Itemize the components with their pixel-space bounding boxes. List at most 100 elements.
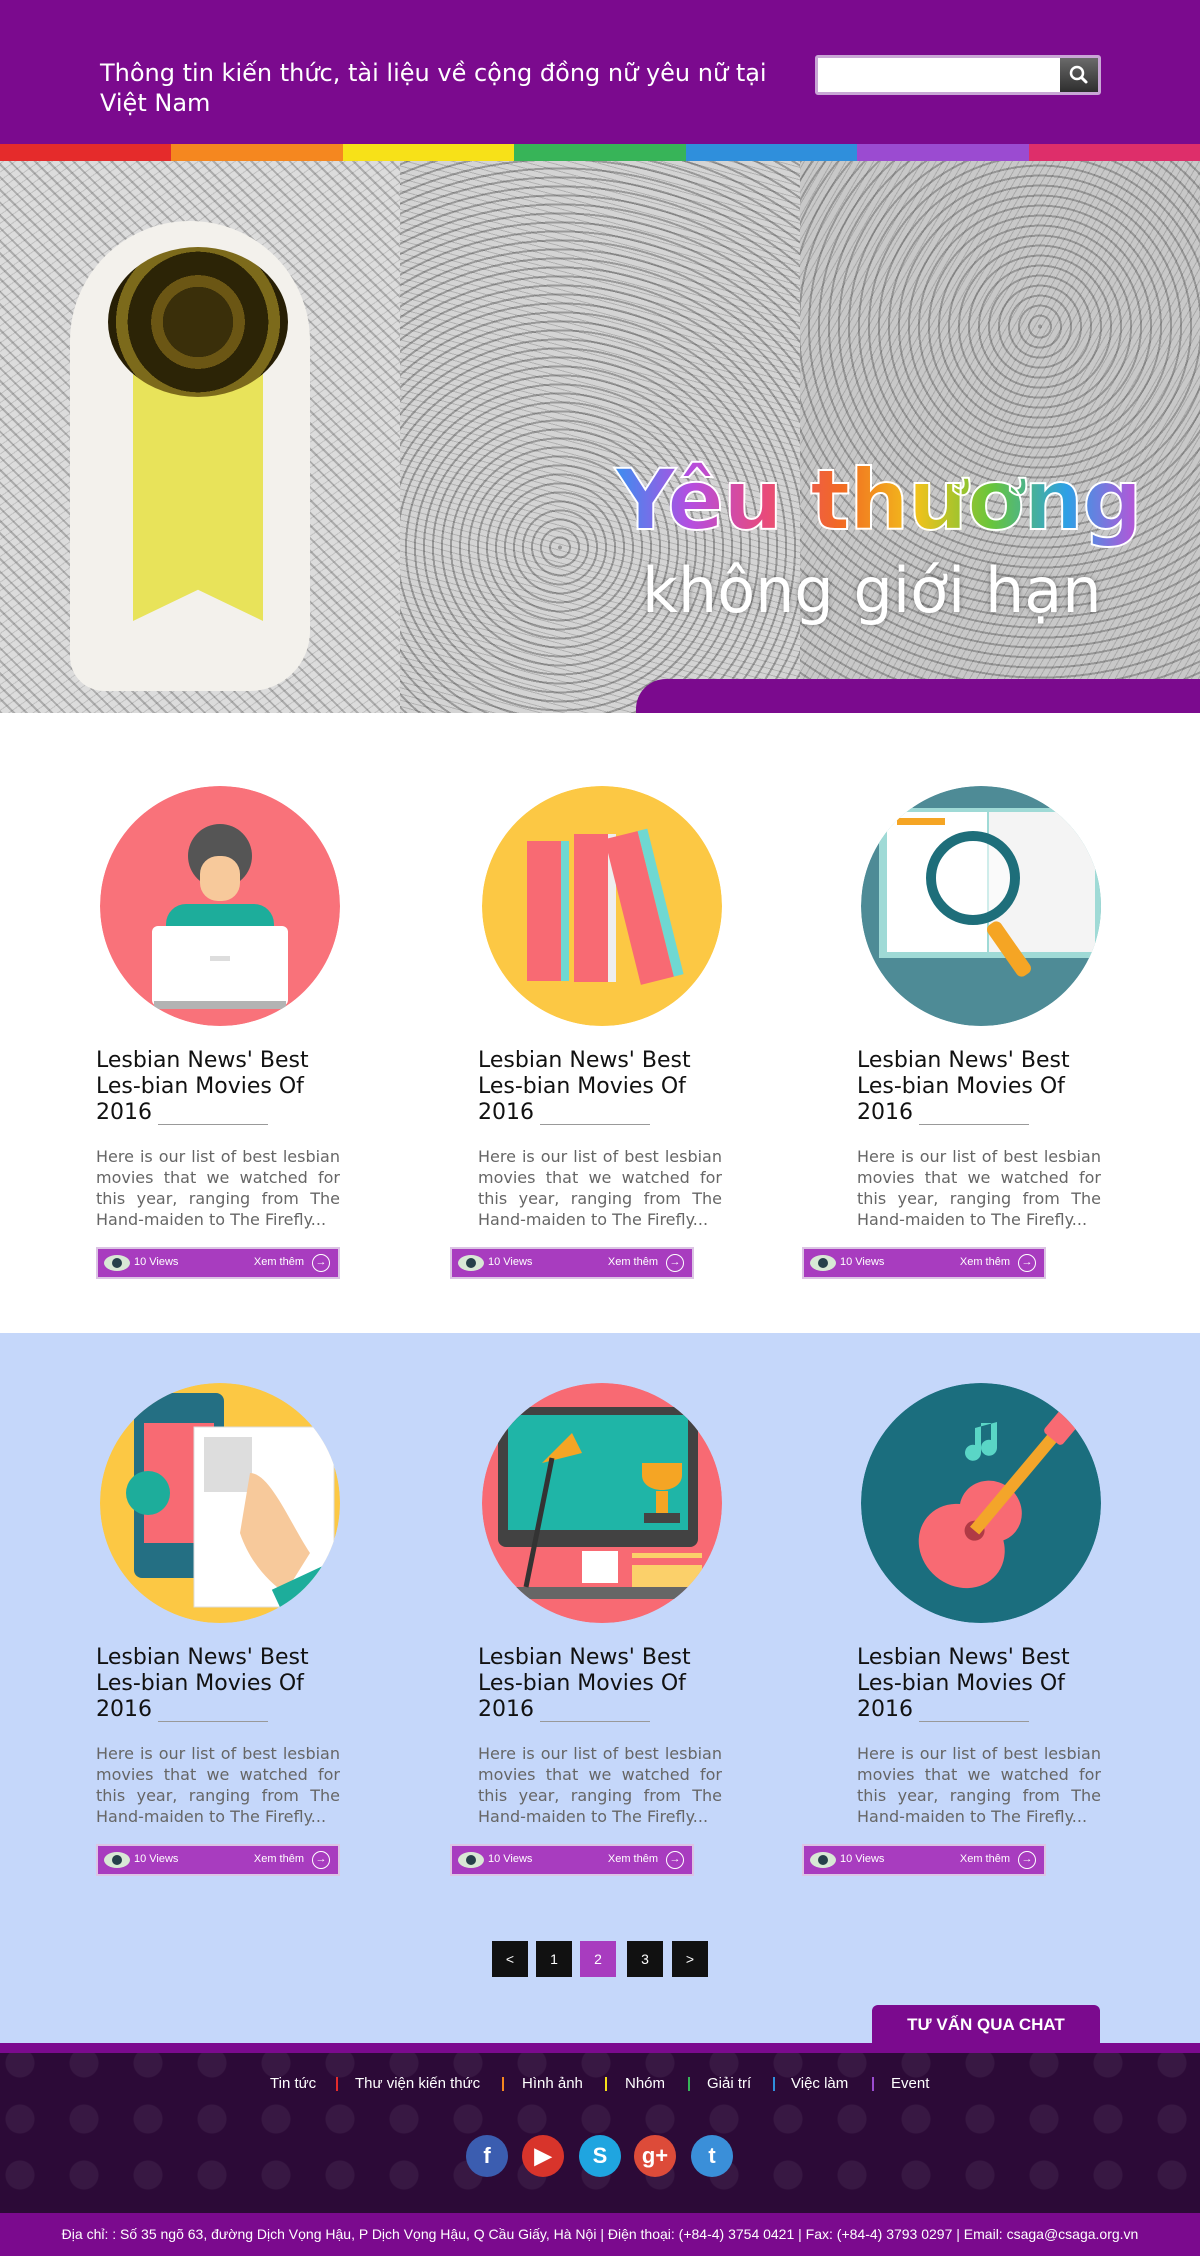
article-card: Lesbian News' Best Les-bian Movies Of 20… — [857, 786, 1101, 1286]
article-excerpt: Here is our list of best lesbian movies … — [857, 1744, 1101, 1826]
arrow-right-icon[interactable]: → — [312, 1254, 330, 1272]
article-card: Lesbian News' Best Les-bian Movies Of 20… — [478, 786, 722, 1286]
title-divider — [540, 1721, 650, 1722]
article-excerpt: Here is our list of best lesbian movies … — [857, 1147, 1101, 1229]
view-count: 10 Views — [840, 1256, 885, 1268]
facebook-icon[interactable]: f — [466, 2135, 508, 2177]
title-divider — [919, 1124, 1029, 1125]
twitter-icon[interactable]: t — [691, 2135, 733, 2177]
hero-bottom-tab — [636, 679, 1200, 713]
view-count: 10 Views — [488, 1256, 533, 1268]
site-tagline: Thông tin kiến thức, tài liệu về cộng đồ… — [100, 59, 767, 117]
rainbow-segment — [342, 144, 515, 161]
article-excerpt: Here is our list of best lesbian movies … — [96, 1147, 340, 1229]
site-footer — [0, 2043, 1200, 2213]
article-excerpt: Here is our list of best lesbian movies … — [478, 1744, 722, 1826]
footer-nav-item[interactable]: Thư viện kiến thức — [355, 2075, 480, 2095]
search-icon — [1069, 65, 1088, 84]
footer-nav-item[interactable]: Tin tức — [270, 2075, 316, 2095]
hero-slogan-line2: không giới hạn — [642, 554, 1102, 627]
article-card: Lesbian News' Best Les-bian Movies Of 20… — [96, 1383, 340, 1883]
title-divider — [919, 1721, 1029, 1722]
pagination-next[interactable]: > — [672, 1941, 708, 1977]
footer-nav-item[interactable]: Nhóm — [625, 2075, 665, 2095]
desk-monitor-trophy-icon[interactable] — [482, 1383, 722, 1623]
eye-icon — [810, 1852, 836, 1868]
article-title[interactable]: Lesbian News' Best Les-bian Movies Of 20… — [857, 1048, 1101, 1126]
arrow-right-icon[interactable]: → — [312, 1851, 330, 1869]
article-card: Lesbian News' Best Les-bian Movies Of 20… — [857, 1383, 1101, 1883]
view-count: 10 Views — [134, 1256, 179, 1268]
hero-banner: Yêu thương không giới hạn — [0, 161, 1200, 713]
hero-art-panel-middle — [400, 161, 1140, 713]
article-card: Lesbian News' Best Les-bian Movies Of 20… — [478, 1383, 722, 1883]
mobile-touch-icon[interactable] — [100, 1383, 340, 1623]
read-more-link[interactable]: Xem thêm — [960, 1853, 1010, 1865]
footer-nav-item[interactable]: Việc làm — [791, 2075, 848, 2095]
search-input[interactable] — [818, 58, 1060, 92]
pagination-page-2[interactable]: 2 — [580, 1941, 616, 1977]
eye-icon — [104, 1852, 130, 1868]
search-box — [815, 55, 1101, 95]
view-count: 10 Views — [134, 1853, 179, 1865]
search-button[interactable] — [1060, 58, 1098, 92]
eye-icon — [810, 1255, 836, 1271]
hero-art-panel-right — [800, 161, 1200, 713]
article-meta-bar: 10 Views Xem thêm → — [96, 1247, 340, 1279]
rainbow-segment — [171, 144, 343, 161]
hero-slogan-line1: Yêu thương — [614, 450, 1144, 550]
footer-nav-separator — [773, 2077, 775, 2091]
article-meta-bar: 10 Views Xem thêm → — [450, 1247, 694, 1279]
skype-icon[interactable]: S — [579, 2135, 621, 2177]
rainbow-segment — [857, 144, 1029, 161]
read-more-link[interactable]: Xem thêm — [254, 1853, 304, 1865]
pagination-page-1[interactable]: 1 — [536, 1941, 572, 1977]
read-more-link[interactable]: Xem thêm — [960, 1256, 1010, 1268]
article-title[interactable]: Lesbian News' Best Les-bian Movies Of 20… — [857, 1645, 1101, 1723]
book-magnifier-icon[interactable] — [861, 786, 1101, 1026]
read-more-link[interactable]: Xem thêm — [608, 1853, 658, 1865]
footer-nav-item[interactable]: Event — [891, 2075, 929, 2095]
view-count: 10 Views — [488, 1853, 533, 1865]
footer-nav-item[interactable]: Hình ảnh — [522, 2075, 583, 2095]
rainbow-segment — [685, 144, 858, 161]
article-title[interactable]: Lesbian News' Best Les-bian Movies Of 20… — [478, 1048, 722, 1126]
article-title[interactable]: Lesbian News' Best Les-bian Movies Of 20… — [96, 1645, 340, 1723]
read-more-link[interactable]: Xem thêm — [608, 1256, 658, 1268]
article-meta-bar: 10 Views Xem thêm → — [450, 1844, 694, 1876]
arrow-right-icon[interactable]: → — [1018, 1254, 1036, 1272]
footer-nav-separator — [688, 2077, 690, 2091]
eye-icon — [104, 1255, 130, 1271]
swirl-hair — [108, 247, 288, 397]
article-meta-bar: 10 Views Xem thêm → — [96, 1844, 340, 1876]
article-meta-bar: 10 Views Xem thêm → — [802, 1247, 1046, 1279]
title-divider — [158, 1721, 268, 1722]
books-icon[interactable] — [482, 786, 722, 1026]
guitar-icon[interactable] — [861, 1383, 1101, 1623]
footer-nav-item[interactable]: Giải trí — [707, 2075, 751, 2095]
article-meta-bar: 10 Views Xem thêm → — [802, 1844, 1046, 1876]
footer-nav-separator — [502, 2077, 504, 2091]
article-excerpt: Here is our list of best lesbian movies … — [478, 1147, 722, 1229]
woman-laptop-icon[interactable] — [100, 786, 340, 1026]
article-title[interactable]: Lesbian News' Best Les-bian Movies Of 20… — [478, 1645, 722, 1723]
arrow-right-icon[interactable]: → — [666, 1254, 684, 1272]
hero-art-panel-left — [0, 161, 400, 713]
chat-support-button[interactable]: TƯ VẤN QUA CHAT — [872, 2005, 1100, 2045]
arrow-right-icon[interactable]: → — [1018, 1851, 1036, 1869]
rainbow-segment — [0, 144, 172, 161]
youtube-icon[interactable]: ▶ — [522, 2135, 564, 2177]
pagination-prev[interactable]: < — [492, 1941, 528, 1977]
google-plus-icon[interactable]: g+ — [634, 2135, 676, 2177]
arrow-right-icon[interactable]: → — [666, 1851, 684, 1869]
read-more-link[interactable]: Xem thêm — [254, 1256, 304, 1268]
footer-nav-separator — [605, 2077, 607, 2091]
view-count: 10 Views — [840, 1853, 885, 1865]
rainbow-segment — [1028, 144, 1200, 161]
rainbow-segment — [514, 144, 686, 161]
eye-icon — [458, 1255, 484, 1271]
pagination-page-3[interactable]: 3 — [627, 1941, 663, 1977]
article-title[interactable]: Lesbian News' Best Les-bian Movies Of 20… — [96, 1048, 340, 1126]
footer-nav-separator — [336, 2077, 338, 2091]
article-card: Lesbian News' Best Les-bian Movies Of 20… — [96, 786, 340, 1286]
